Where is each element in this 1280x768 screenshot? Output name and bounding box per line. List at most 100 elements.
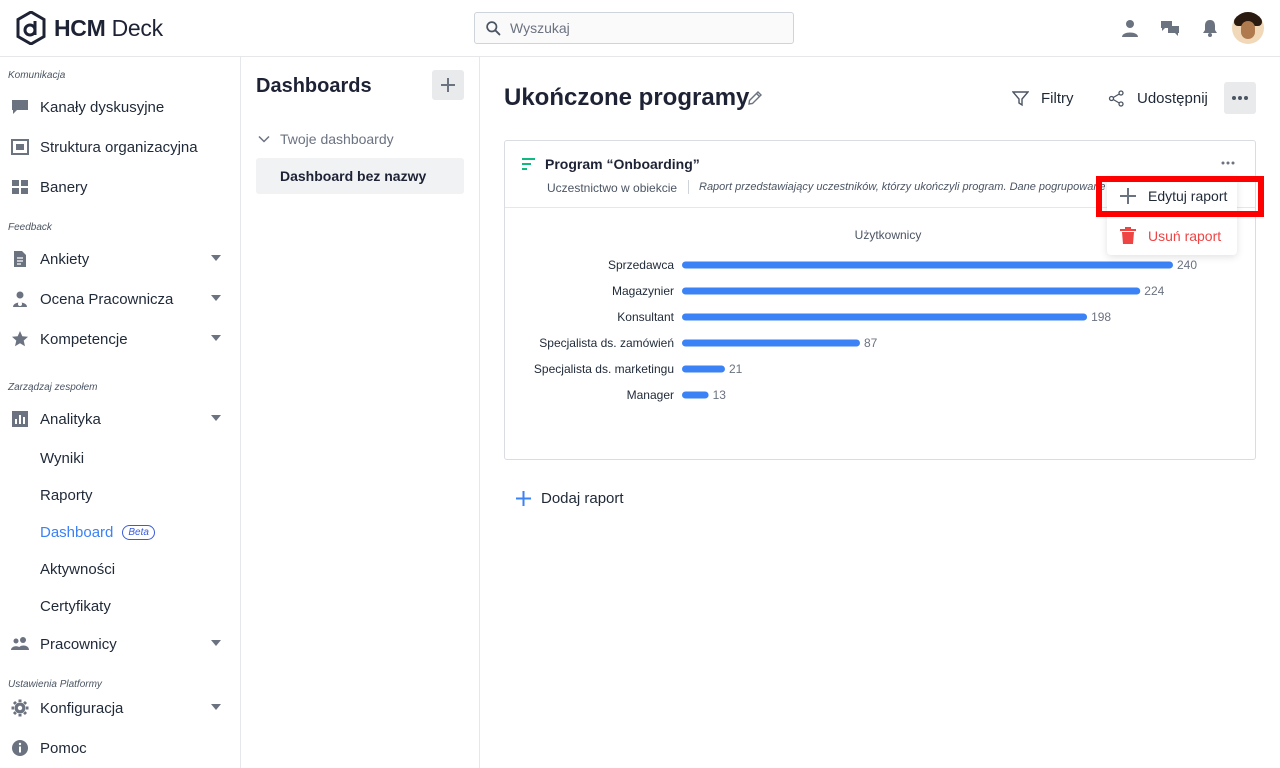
chart-bar[interactable] <box>682 339 860 347</box>
logo-icon <box>16 11 46 45</box>
chart-bar[interactable] <box>682 391 709 399</box>
share-button[interactable]: Udostępnij <box>1108 81 1208 115</box>
sidebar-subitem-results[interactable]: Wyniki <box>40 443 84 473</box>
sidebar-item-banners[interactable]: Banery <box>0 169 240 205</box>
sidebar-item-label: Pomoc <box>40 739 87 757</box>
section-label-communication: Komunikacja <box>8 70 66 81</box>
report-more-icon[interactable] <box>1221 159 1235 167</box>
chart-bar[interactable] <box>682 313 1088 321</box>
sidebar-item-channels[interactable]: Kanały dyskusyjne <box>0 89 240 125</box>
sidebar-item-surveys[interactable]: Ankiety <box>0 241 240 277</box>
filters-button[interactable]: Filtry <box>1012 81 1074 115</box>
sidebar: Komunikacja Kanały dyskusyjne Struktura … <box>0 57 241 768</box>
sidebar-subitem-activities[interactable]: Aktywności <box>40 554 115 584</box>
sidebar-item-label: Pracownicy <box>40 635 117 653</box>
sidebar-item-configuration[interactable]: Konfiguracja <box>0 690 240 726</box>
more-horizontal-icon <box>1232 96 1248 100</box>
sidebar-subitem-label: Dashboard <box>40 523 114 541</box>
sidebar-item-label: Ocena Pracownicza <box>40 290 174 308</box>
page-title: Ukończone programy <box>504 84 750 111</box>
report-list-icon <box>522 158 535 170</box>
sidebar-item-help[interactable]: Pomoc <box>0 730 240 766</box>
report-title: Program “Onboarding” <box>522 156 700 172</box>
report-title-text: Program “Onboarding” <box>545 156 700 172</box>
sidebar-item-label: Kanały dyskusyjne <box>40 98 165 116</box>
sidebar-item-competences[interactable]: Kompetencje <box>0 321 240 357</box>
filter-icon <box>1012 90 1029 106</box>
sidebar-subitem-certificates[interactable]: Certyfikaty <box>40 591 111 621</box>
chart-bar[interactable] <box>682 287 1141 295</box>
chart-category-label: Magazynier <box>612 284 674 298</box>
share-label: Udostępnij <box>1137 89 1208 107</box>
avatar[interactable] <box>1232 12 1264 44</box>
chat-bubble-icon <box>12 100 28 114</box>
sidebar-subitem-dashboard[interactable]: Dashboard Beta <box>40 517 155 547</box>
user-icon <box>1122 20 1138 37</box>
search-icon <box>486 20 501 35</box>
add-report-label: Dodaj raport <box>541 490 624 507</box>
info-icon <box>12 740 28 756</box>
org-structure-icon <box>11 139 29 155</box>
dashboards-panel: Dashboards Twoje dashboardy Dashboard be… <box>241 57 480 768</box>
search-box[interactable] <box>474 12 794 44</box>
chart-category-label: Manager <box>627 388 674 402</box>
chart-category-label: Konsultant <box>617 310 674 324</box>
sidebar-subitem-reports[interactable]: Raporty <box>40 480 93 510</box>
report-subtitle: Uczestnictwo w obiekcie <box>547 181 678 195</box>
chart-title: Użytkownicy <box>855 228 922 242</box>
chevron-down-icon <box>211 704 221 710</box>
sidebar-item-label: Analityka <box>40 410 101 428</box>
beta-badge: Beta <box>122 524 155 540</box>
chat-icon <box>1161 21 1179 36</box>
profile-button[interactable] <box>1110 12 1150 44</box>
bar-chart-icon <box>12 411 28 427</box>
grid-icon <box>12 180 28 194</box>
person-rating-icon <box>13 291 27 307</box>
pencil-icon[interactable] <box>746 89 764 107</box>
notifications-button[interactable] <box>1190 12 1230 44</box>
document-icon <box>14 251 26 267</box>
add-report-button[interactable]: Dodaj raport <box>516 490 624 507</box>
sidebar-item-label: Kompetencje <box>40 330 128 348</box>
chevron-down-icon <box>211 640 221 646</box>
share-icon <box>1108 89 1124 107</box>
sidebar-item-org-structure[interactable]: Struktura organizacyjna <box>0 129 240 165</box>
plus-icon <box>516 491 531 506</box>
chevron-down-icon <box>211 295 221 301</box>
chart-bar[interactable] <box>682 261 1173 269</box>
filters-label: Filtry <box>1041 89 1074 107</box>
report-description: Raport przedstawiający uczestników, któr… <box>699 181 1105 193</box>
app-logo[interactable]: HCM Deck <box>16 11 163 45</box>
chart-category-label: Specjalista ds. zamówień <box>539 336 674 350</box>
sidebar-item-employees[interactable]: Pracownicy <box>0 626 240 662</box>
chart-bar[interactable] <box>682 365 725 373</box>
chevron-down-icon <box>211 255 221 261</box>
delete-report-label: Usuń raport <box>1148 228 1222 244</box>
chevron-down-icon <box>211 415 221 421</box>
section-label-team: Zarządzaj zespołem <box>8 382 98 393</box>
messages-button[interactable] <box>1150 12 1190 44</box>
delete-report-menu-item[interactable]: Usuń raport <box>1107 217 1237 255</box>
star-icon <box>12 331 28 347</box>
chart-value-label: 240 <box>1177 258 1197 272</box>
chart-value-label: 87 <box>864 336 878 350</box>
sidebar-item-label: Konfiguracja <box>40 699 124 717</box>
chart-category-label: Specjalista ds. marketingu <box>534 362 674 376</box>
plus-icon <box>441 78 455 92</box>
search-input[interactable] <box>510 20 790 36</box>
dashboards-group-toggle[interactable]: Twoje dashboardy <box>258 131 394 147</box>
chart-category-label: Sprzedawca <box>608 258 674 272</box>
sidebar-item-analytics[interactable]: Analityka <box>0 401 240 437</box>
gear-icon <box>11 699 29 717</box>
trash-icon <box>1120 227 1136 244</box>
add-dashboard-button[interactable] <box>432 70 464 100</box>
more-options-button[interactable] <box>1224 82 1256 114</box>
highlight-box <box>1096 176 1264 217</box>
main-content: Ukończone programy Filtry Udostępnij Pro… <box>481 57 1280 768</box>
dashboard-list-item[interactable]: Dashboard bez nazwy <box>256 158 464 194</box>
chart-value-label: 224 <box>1144 284 1164 298</box>
sidebar-item-label: Ankiety <box>40 250 90 268</box>
sidebar-item-label: Banery <box>40 178 88 196</box>
section-label-platform-settings: Ustawienia Platformy <box>8 679 102 690</box>
sidebar-item-evaluation[interactable]: Ocena Pracownicza <box>0 281 240 317</box>
